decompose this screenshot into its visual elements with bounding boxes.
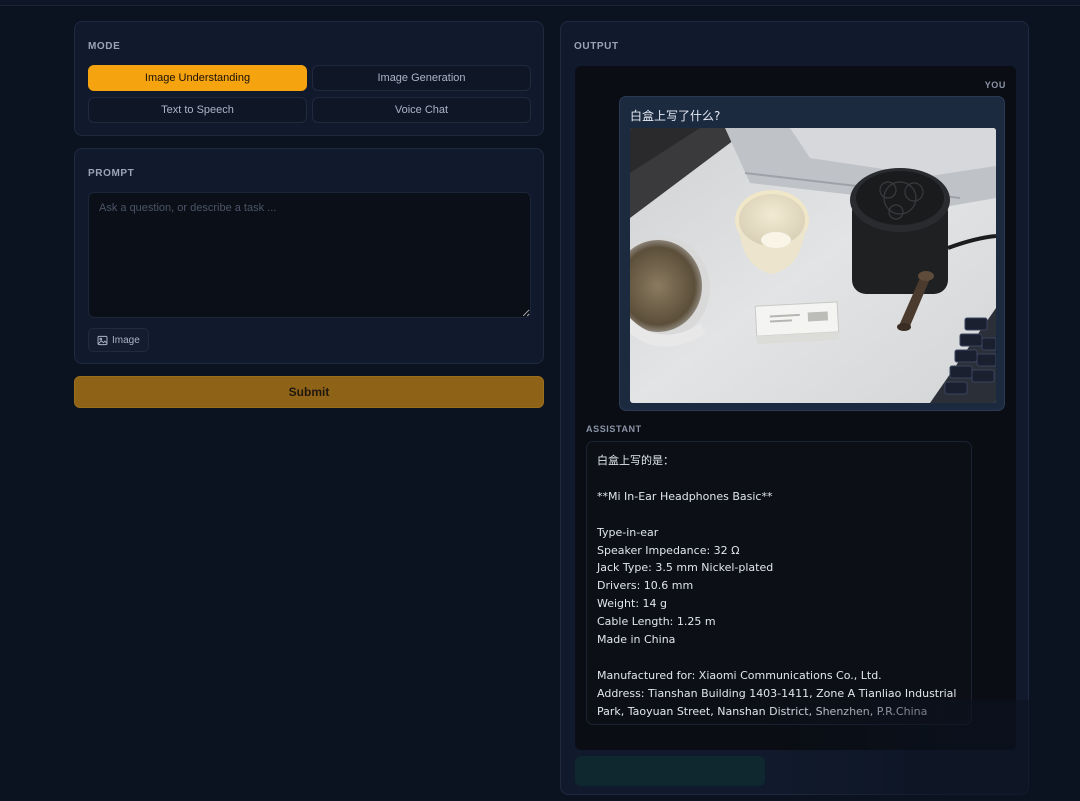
user-message-text: 白盒上写了什么? [630,109,721,123]
user-message-bubble: 白盒上写了什么? [619,96,1005,411]
mode-image-generation-button[interactable]: Image Generation [312,65,531,91]
chat-area[interactable]: YOU 白盒上写了什么? ASSISTANT 白盒上写的是： **Mi In-E… [575,66,1016,750]
output-label: OUTPUT [574,41,619,52]
prompt-label: PROMPT [88,168,135,179]
output-footer-bar [575,756,765,786]
mode-image-understanding-button[interactable]: Image Understanding [88,65,307,91]
image-upload-button[interactable]: Image [88,328,149,352]
image-icon [97,335,108,345]
assistant-label: ASSISTANT [586,424,642,434]
mode-text-to-speech-button[interactable]: Text to Speech [88,97,307,123]
mode-voice-chat-button[interactable]: Voice Chat [312,97,531,123]
image-button-label: Image [112,334,140,346]
uploaded-photo [630,128,996,403]
submit-button[interactable]: Submit [74,376,544,408]
prompt-panel: PROMPT Image [74,148,544,364]
mode-label: MODE [88,41,121,52]
you-label: YOU [984,80,1006,90]
output-panel: OUTPUT YOU 白盒上写了什么? ASSISTANT 白盒上写的是： **… [560,21,1029,795]
prompt-input[interactable] [88,192,531,318]
top-border [0,0,1080,6]
assistant-message-bubble: 白盒上写的是： **Mi In-Ear Headphones Basic** T… [586,441,972,725]
desk-photo-illustration [630,128,996,403]
mode-panel: MODE Image Understanding Image Generatio… [74,21,544,136]
